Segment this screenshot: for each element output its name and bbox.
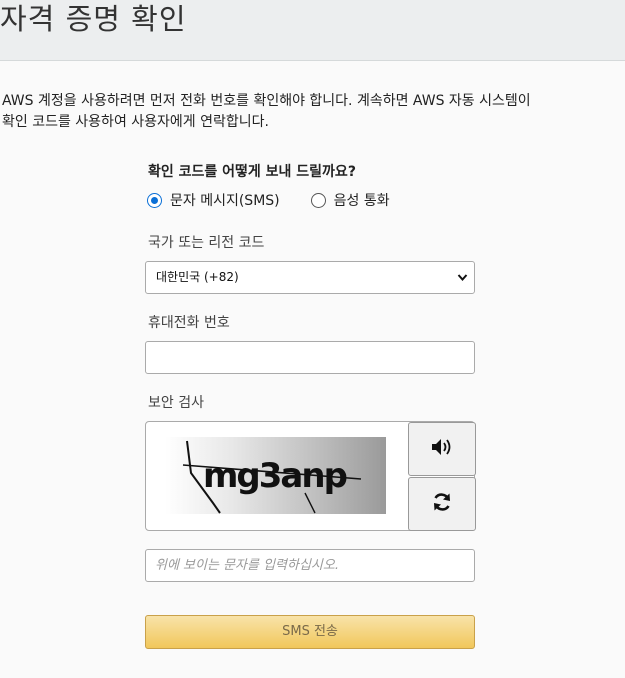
captcha-container: mg3anp xyxy=(145,421,476,531)
page-header: 자격 증명 확인 xyxy=(0,0,625,61)
country-code-value: 대한민국 (+82) xyxy=(156,270,239,284)
delivery-method-options: 문자 메시지(SMS) 음성 통화 xyxy=(147,190,390,210)
voice-call-option-label: 음성 통화 xyxy=(333,193,390,209)
intro-line-1: AWS 계정을 사용하려면 먼저 전화 번호를 확인해야 합니다. 계속하면 A… xyxy=(2,93,531,109)
phone-number-label: 휴대전화 번호 xyxy=(148,315,230,331)
audio-captcha-button[interactable] xyxy=(408,422,476,476)
speaker-icon xyxy=(431,438,453,460)
intro-text: AWS 계정을 사용하려면 먼저 전화 번호를 확인해야 합니다. 계속하면 A… xyxy=(2,91,622,133)
intro-line-2: 확인 코드를 사용하여 사용자에게 연락합니다. xyxy=(2,114,269,130)
chevron-down-icon xyxy=(457,262,468,305)
captcha-text: mg3anp xyxy=(203,456,347,496)
voice-call-radio[interactable] xyxy=(310,192,326,208)
send-sms-button[interactable]: SMS 전송 xyxy=(145,615,475,649)
phone-number-input[interactable] xyxy=(145,341,475,374)
country-code-label: 국가 또는 리전 코드 xyxy=(148,235,265,251)
voice-call-option[interactable]: 음성 통화 xyxy=(310,190,390,210)
refresh-captcha-button[interactable] xyxy=(408,477,476,531)
security-check-label: 보안 검사 xyxy=(148,395,204,411)
captcha-input[interactable]: 위에 보이는 문자를 입력하십시오. xyxy=(145,549,475,582)
delivery-method-question: 확인 코드를 어떻게 보내 드릴까요? xyxy=(148,164,356,180)
page-title: 자격 증명 확인 xyxy=(0,2,187,36)
captcha-image: mg3anp xyxy=(165,437,386,514)
country-code-select[interactable]: 대한민국 (+82) xyxy=(145,261,475,294)
sms-option-label: 문자 메시지(SMS) xyxy=(170,193,280,209)
sms-radio[interactable] xyxy=(147,192,162,208)
sms-option[interactable]: 문자 메시지(SMS) xyxy=(147,190,280,210)
refresh-icon xyxy=(432,492,452,516)
